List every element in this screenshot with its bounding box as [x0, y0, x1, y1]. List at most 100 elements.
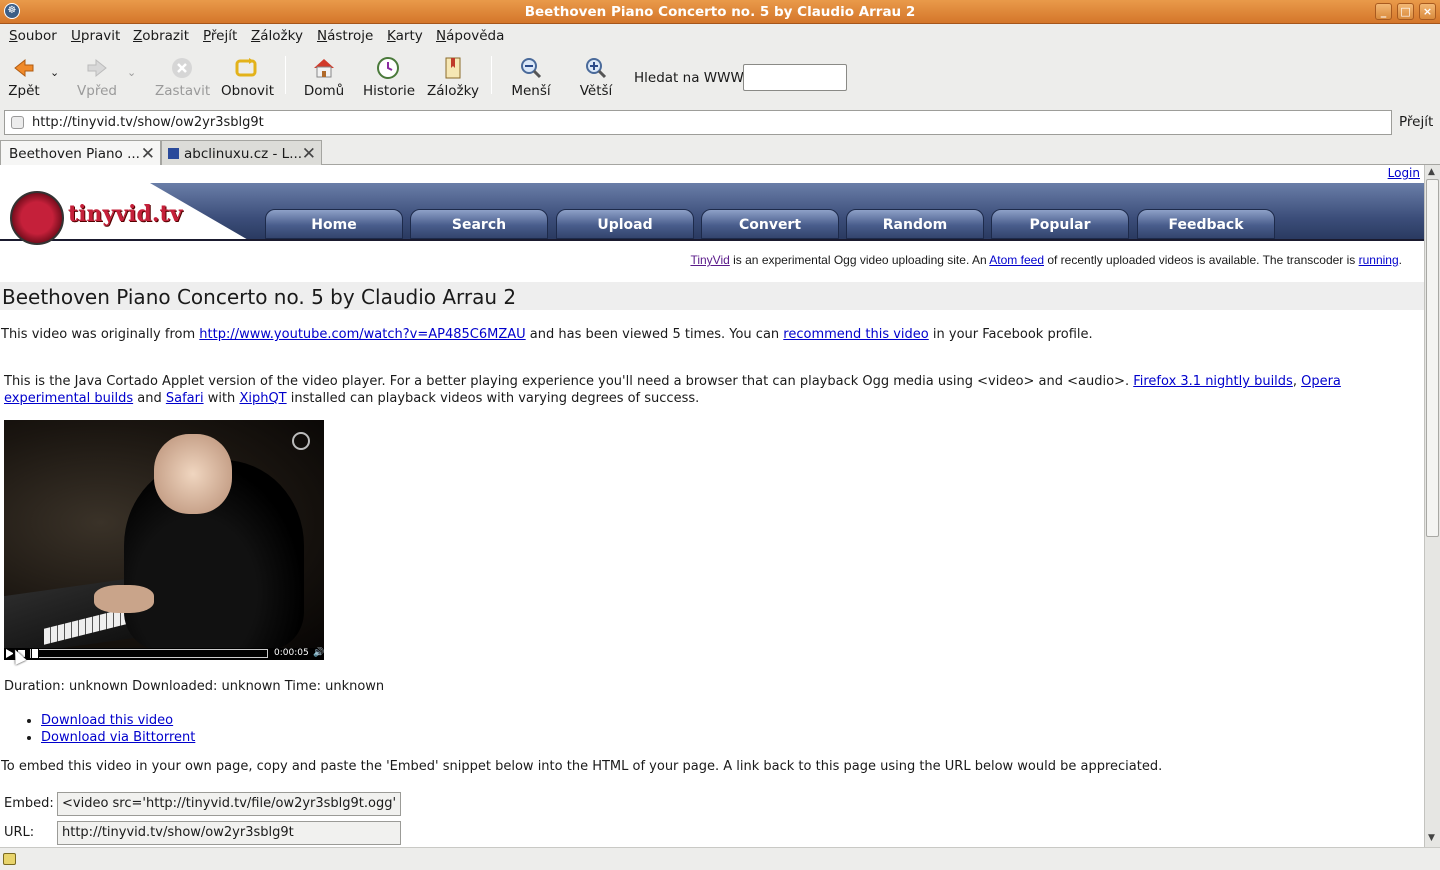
home-icon	[314, 59, 334, 78]
page-viewport: Login tinyvid.tv Home Search Upload Conv…	[0, 165, 1424, 847]
site-logo-text[interactable]: tinyvid.tv	[68, 201, 182, 227]
applet-text: ,	[1292, 374, 1302, 389]
close-tab-icon[interactable]: ✕	[302, 144, 316, 164]
forward-button[interactable]: Vpřed	[77, 56, 117, 99]
menubar: Soubor Upravit Zobrazit Přejít Záložky N…	[0, 24, 1440, 48]
chevron-down-icon: ⌄	[50, 66, 60, 79]
scroll-down-icon[interactable]: ▼	[1428, 833, 1435, 843]
origin-paragraph: This video was originally from http://ww…	[1, 327, 1093, 342]
home-button[interactable]: Domů	[303, 56, 345, 99]
volume-icon[interactable]: 🔊	[313, 648, 324, 658]
bookmark-book-icon	[445, 57, 461, 79]
zoom-in-icon	[586, 58, 607, 79]
back-label: Zpět	[8, 83, 40, 99]
nav-home[interactable]: Home	[265, 209, 403, 239]
download-bittorrent-link[interactable]: Download via Bittorrent	[41, 730, 195, 745]
nav-popular[interactable]: Popular	[991, 209, 1129, 239]
youtube-source-link[interactable]: http://www.youtube.com/watch?v=AP485C6MZ…	[199, 327, 525, 342]
bookmarks-button[interactable]: Záložky	[427, 56, 479, 99]
menu-bookmarks[interactable]: Záložky	[251, 28, 303, 44]
origin-text: This video was originally from	[1, 327, 200, 342]
nav-convert[interactable]: Convert	[701, 209, 839, 239]
menu-go[interactable]: Přejít	[203, 28, 237, 44]
maximize-button[interactable]: □	[1397, 3, 1414, 20]
toolbar-separator	[285, 56, 286, 94]
player-time: 0:00:05	[274, 648, 309, 658]
security-lock-icon[interactable]	[3, 853, 16, 865]
chevron-down-icon: ⌄	[127, 66, 137, 79]
forward-history-dropdown[interactable]: ⌄	[127, 66, 136, 79]
origin-text: in your Facebook profile.	[928, 327, 1093, 342]
web-search-input[interactable]	[743, 64, 847, 91]
video-frame-hands	[94, 585, 154, 613]
back-button[interactable]: Zpět	[8, 56, 40, 99]
applet-text: and	[133, 391, 166, 406]
download-video-link[interactable]: Download this video	[41, 713, 173, 728]
embed-field[interactable]: <video src='http://tinyvid.tv/file/ow2yr…	[57, 792, 401, 816]
page-scrollbar[interactable]: ▲ ▼	[1424, 165, 1440, 847]
nav-random[interactable]: Random	[846, 209, 984, 239]
close-tab-icon[interactable]: ✕	[141, 144, 155, 164]
intro-text: of recently uploaded videos is available…	[1044, 253, 1359, 267]
tab-label: abclinuxu.cz - L...	[184, 146, 303, 162]
reload-label: Obnovit	[221, 83, 275, 99]
menu-edit[interactable]: Upravit	[71, 28, 120, 44]
forward-arrow-icon	[87, 58, 107, 78]
scroll-up-icon[interactable]: ▲	[1428, 167, 1435, 177]
nav-feedback[interactable]: Feedback	[1137, 209, 1275, 239]
menu-tabs[interactable]: Karty	[387, 28, 423, 44]
zoom-out-icon	[521, 58, 542, 79]
history-button[interactable]: Historie	[363, 56, 415, 99]
zoom-in-button[interactable]: Větší	[578, 56, 614, 99]
menu-help[interactable]: Nápověda	[436, 28, 504, 44]
tinyvid-link[interactable]: TinyVid	[690, 253, 729, 267]
back-history-dropdown[interactable]: ⌄	[50, 66, 59, 79]
toolbar-separator	[491, 56, 492, 94]
stop-button[interactable]: Zastavit	[155, 56, 211, 99]
transcoder-status-link[interactable]: running	[1359, 253, 1399, 267]
list-item: Download this video	[41, 712, 195, 729]
zoom-out-label: Menší	[511, 83, 551, 99]
video-frame-head	[154, 434, 232, 514]
atom-feed-link[interactable]: Atom feed	[989, 253, 1044, 267]
xiphqt-link[interactable]: XiphQT	[239, 391, 286, 406]
nav-search[interactable]: Search	[410, 209, 548, 239]
history-clock-icon	[377, 57, 399, 79]
firefox-nightly-link[interactable]: Firefox 3.1 nightly builds	[1133, 374, 1293, 389]
applet-text: with	[203, 391, 240, 406]
menu-file[interactable]: Soubor	[9, 28, 57, 44]
nav-upload[interactable]: Upload	[556, 209, 694, 239]
scrollbar-thumb[interactable]	[1426, 179, 1439, 537]
safari-link[interactable]: Safari	[166, 391, 204, 406]
recommend-video-link[interactable]: recommend this video	[783, 327, 928, 342]
seek-bar[interactable]	[30, 649, 268, 658]
close-window-button[interactable]: ×	[1419, 3, 1436, 20]
back-arrow-icon	[14, 58, 34, 78]
applet-text: This is the Java Cortado Applet version …	[4, 374, 1134, 389]
zoom-out-button[interactable]: Menší	[510, 56, 552, 99]
minimize-button[interactable]: _	[1375, 3, 1392, 20]
abclinuxu-favicon-icon	[168, 148, 179, 159]
tab-abclinuxu[interactable]: abclinuxu.cz - L... ✕	[161, 140, 322, 166]
status-bar	[0, 847, 1440, 870]
video-meta: Duration: unknown Downloaded: unknown Ti…	[4, 679, 385, 694]
video-player[interactable]: 0:00:05 🔊	[4, 420, 324, 660]
menu-view[interactable]: Zobrazit	[133, 28, 189, 44]
reload-button[interactable]: Obnovit	[221, 56, 275, 99]
seek-handle[interactable]	[31, 648, 39, 659]
intro-text: .	[1398, 253, 1402, 267]
tinyvid-logo-icon[interactable]	[10, 191, 64, 245]
reload-icon	[235, 58, 257, 77]
url-label: URL:	[4, 825, 35, 840]
go-button[interactable]: Přejít	[1399, 114, 1433, 130]
login-link[interactable]: Login	[1388, 166, 1420, 180]
menu-tools[interactable]: Nástroje	[317, 28, 373, 44]
download-list: Download this video Download via Bittorr…	[41, 712, 195, 746]
address-bar-url[interactable]: http://tinyvid.tv/show/ow2yr3sblg9t	[32, 115, 264, 130]
tab-beethoven[interactable]: Beethoven Piano ... ✕	[0, 140, 161, 167]
url-field[interactable]: http://tinyvid.tv/show/ow2yr3sblg9t	[57, 821, 401, 845]
embed-instructions: To embed this video in your own page, co…	[1, 759, 1163, 774]
stop-label: Zastavit	[155, 83, 211, 99]
video-watermark-icon	[292, 432, 310, 450]
address-bar[interactable]: http://tinyvid.tv/show/ow2yr3sblg9t	[4, 110, 1392, 135]
